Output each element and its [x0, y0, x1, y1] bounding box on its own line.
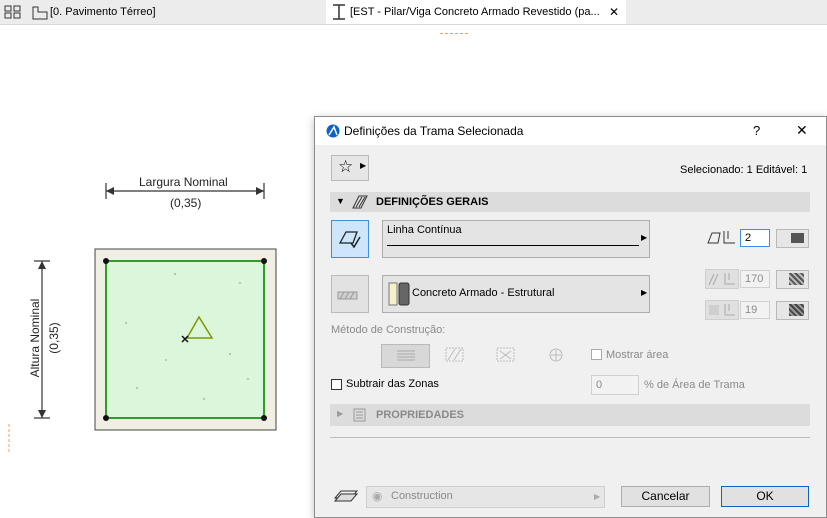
- section-general-header[interactable]: ▼ DEFINIÇÕES GERAIS: [330, 192, 810, 212]
- construction-method-label: Método de Construção:: [331, 324, 446, 336]
- tab-hatch-settings[interactable]: [EST - Pilar/Viga Concreto Armado Revest…: [326, 0, 626, 24]
- fg-pen-icon-box: [705, 269, 739, 289]
- eye-icon: ◉: [372, 489, 383, 503]
- dialog-title: Definições da Trama Selecionada: [344, 124, 524, 138]
- color-swatch-icon: [791, 233, 804, 243]
- section-properties-label: PROPRIEDADES: [376, 409, 465, 421]
- bg-pen-field: 19: [740, 301, 770, 319]
- fg-pen-field: 170: [740, 270, 770, 288]
- height-value: (0,35): [47, 322, 61, 354]
- bg-pen-icon-box: [705, 300, 739, 320]
- tab-floor-plan[interactable]: [0. Pavimento Térreo]: [30, 0, 320, 24]
- hatch-settings-dialog: Definições da Trama Selecionada ? ✕ ☆ ▶ …: [314, 116, 827, 518]
- tab-close-icon[interactable]: ✕: [609, 0, 619, 24]
- area-percent-field: 0: [591, 375, 639, 395]
- ok-button[interactable]: OK: [721, 486, 809, 507]
- beam-icon: [332, 4, 346, 29]
- line-type-dropdown[interactable]: Linha Contínua ▶: [382, 220, 650, 258]
- solid-lines-icon: [397, 350, 415, 361]
- chevron-right-icon: ▶: [641, 233, 648, 242]
- contour-color-button[interactable]: [776, 229, 809, 248]
- layer-label: Construction: [391, 490, 453, 502]
- cancel-button[interactable]: Cancelar: [621, 486, 710, 507]
- material-label: Concreto Armado - Estrutural: [412, 287, 555, 299]
- dialog-titlebar: Definições da Trama Selecionada ? ✕: [315, 117, 826, 145]
- area-percent-label: % de Área de Trama: [644, 379, 745, 391]
- chevron-right-icon: ▶: [594, 492, 601, 501]
- width-label: Largura Nominal: [139, 175, 228, 189]
- fill-edit-icon: [338, 229, 362, 252]
- collapse-down-icon: ▼: [336, 196, 345, 206]
- bg-swatch-icon: [789, 304, 804, 316]
- chevron-right-icon: ▶: [360, 161, 367, 170]
- close-button[interactable]: ✕: [796, 122, 808, 139]
- method-solid-button: [381, 344, 430, 368]
- archicad-icon: [326, 124, 340, 141]
- divider: [330, 437, 810, 438]
- properties-icon: [353, 408, 367, 425]
- help-button[interactable]: ?: [753, 123, 760, 138]
- method-complex-icon: [546, 347, 566, 366]
- star-icon: ☆: [338, 157, 354, 176]
- line-preview: [387, 245, 639, 246]
- tab-hatch-settings-label: [EST - Pilar/Viga Concreto Armado Revest…: [350, 6, 600, 18]
- hatch-icon: [337, 290, 359, 304]
- section-properties-header[interactable]: ▶ PROPRIEDADES: [330, 404, 810, 426]
- height-label: Altura Nominal: [28, 298, 42, 378]
- selection-info: Selecionado: 1 Editável: 1: [680, 164, 808, 176]
- show-area-label: Mostrar área: [606, 349, 669, 361]
- subtract-zones-label: Subtrair das Zonas: [346, 378, 439, 390]
- expand-right-icon: ▶: [337, 409, 344, 418]
- contour-pen-icon: [707, 230, 737, 249]
- favorites-button[interactable]: ☆ ▶: [331, 155, 369, 181]
- width-value: (0,35): [170, 196, 202, 210]
- material-swatch-icon: [388, 282, 410, 309]
- hatch-section-icon: [352, 195, 368, 212]
- bg-pen-icon: [709, 304, 735, 316]
- method-hatch-icon: [445, 347, 465, 366]
- method-crosshatch-icon: [496, 347, 516, 366]
- section-general-label: DEFINIÇÕES GERAIS: [376, 196, 489, 208]
- contour-pen-field[interactable]: 2: [740, 229, 770, 247]
- show-area-checkbox: [591, 349, 602, 360]
- tab-overview-icon[interactable]: [4, 5, 22, 22]
- subtract-zones-checkbox[interactable]: [331, 379, 342, 390]
- fg-swatch-icon: [789, 273, 804, 285]
- layer-dropdown: ◉ Construction ▶: [366, 486, 605, 508]
- chevron-right-icon: ▶: [641, 288, 648, 297]
- tab-indicator: [440, 33, 468, 34]
- bg-color-button: [776, 301, 809, 320]
- fg-pen-icon: [708, 273, 735, 286]
- layers-icon: [333, 488, 359, 507]
- fill-background-button: [331, 275, 369, 313]
- line-type-label: Linha Contínua: [387, 224, 462, 236]
- tab-bar: [0. Pavimento Térreo] [EST - Pilar/Viga …: [0, 0, 827, 25]
- tab-floor-plan-label: [0. Pavimento Térreo]: [50, 6, 156, 18]
- fill-type-button[interactable]: [331, 220, 369, 258]
- material-dropdown[interactable]: Concreto Armado - Estrutural ▶: [382, 275, 650, 313]
- drawing-canvas: [8, 183, 277, 452]
- fg-color-button: [776, 270, 809, 289]
